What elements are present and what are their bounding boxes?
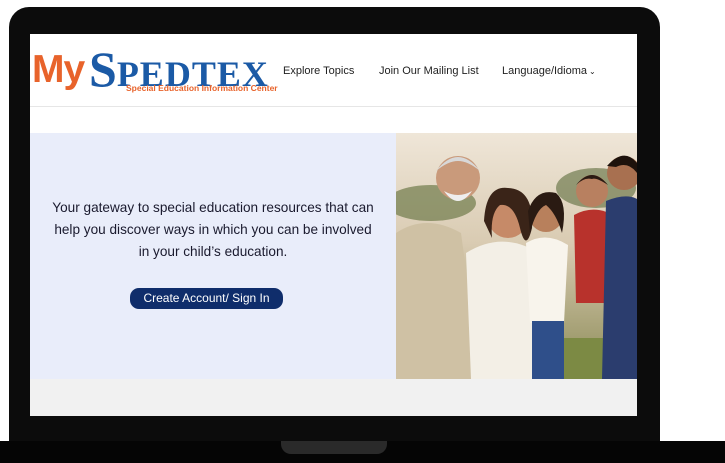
nav-language-label: Language/Idioma xyxy=(502,65,588,77)
nav-join-mailing-list[interactable]: Join Our Mailing List xyxy=(379,65,479,77)
hero-text: Your gateway to special education resour… xyxy=(52,200,374,259)
site-header: My SPEDTEX Special Education Information… xyxy=(30,34,637,107)
lower-content-band xyxy=(30,379,637,416)
logo-my-text: My xyxy=(32,48,85,91)
logo-spedtex-initial: S xyxy=(89,41,117,97)
nav-explore-topics[interactable]: Explore Topics xyxy=(283,65,354,77)
nav-language-dropdown[interactable]: Language/Idioma ⌄ xyxy=(502,65,596,77)
myspedtex-logo[interactable]: My SPEDTEX Special Education Information… xyxy=(32,41,278,99)
logo-tagline: Special Education Information Center xyxy=(126,83,278,93)
laptop-screen: My SPEDTEX Special Education Information… xyxy=(30,34,637,416)
hero-panel: Your gateway to special education resour… xyxy=(30,133,396,379)
chevron-down-icon: ⌄ xyxy=(589,67,596,76)
create-account-sign-in-button[interactable]: Create Account/ Sign In xyxy=(130,288,283,309)
family-photo-image xyxy=(396,133,637,379)
hero-family-photo xyxy=(396,133,637,379)
laptop-notch xyxy=(281,441,387,454)
